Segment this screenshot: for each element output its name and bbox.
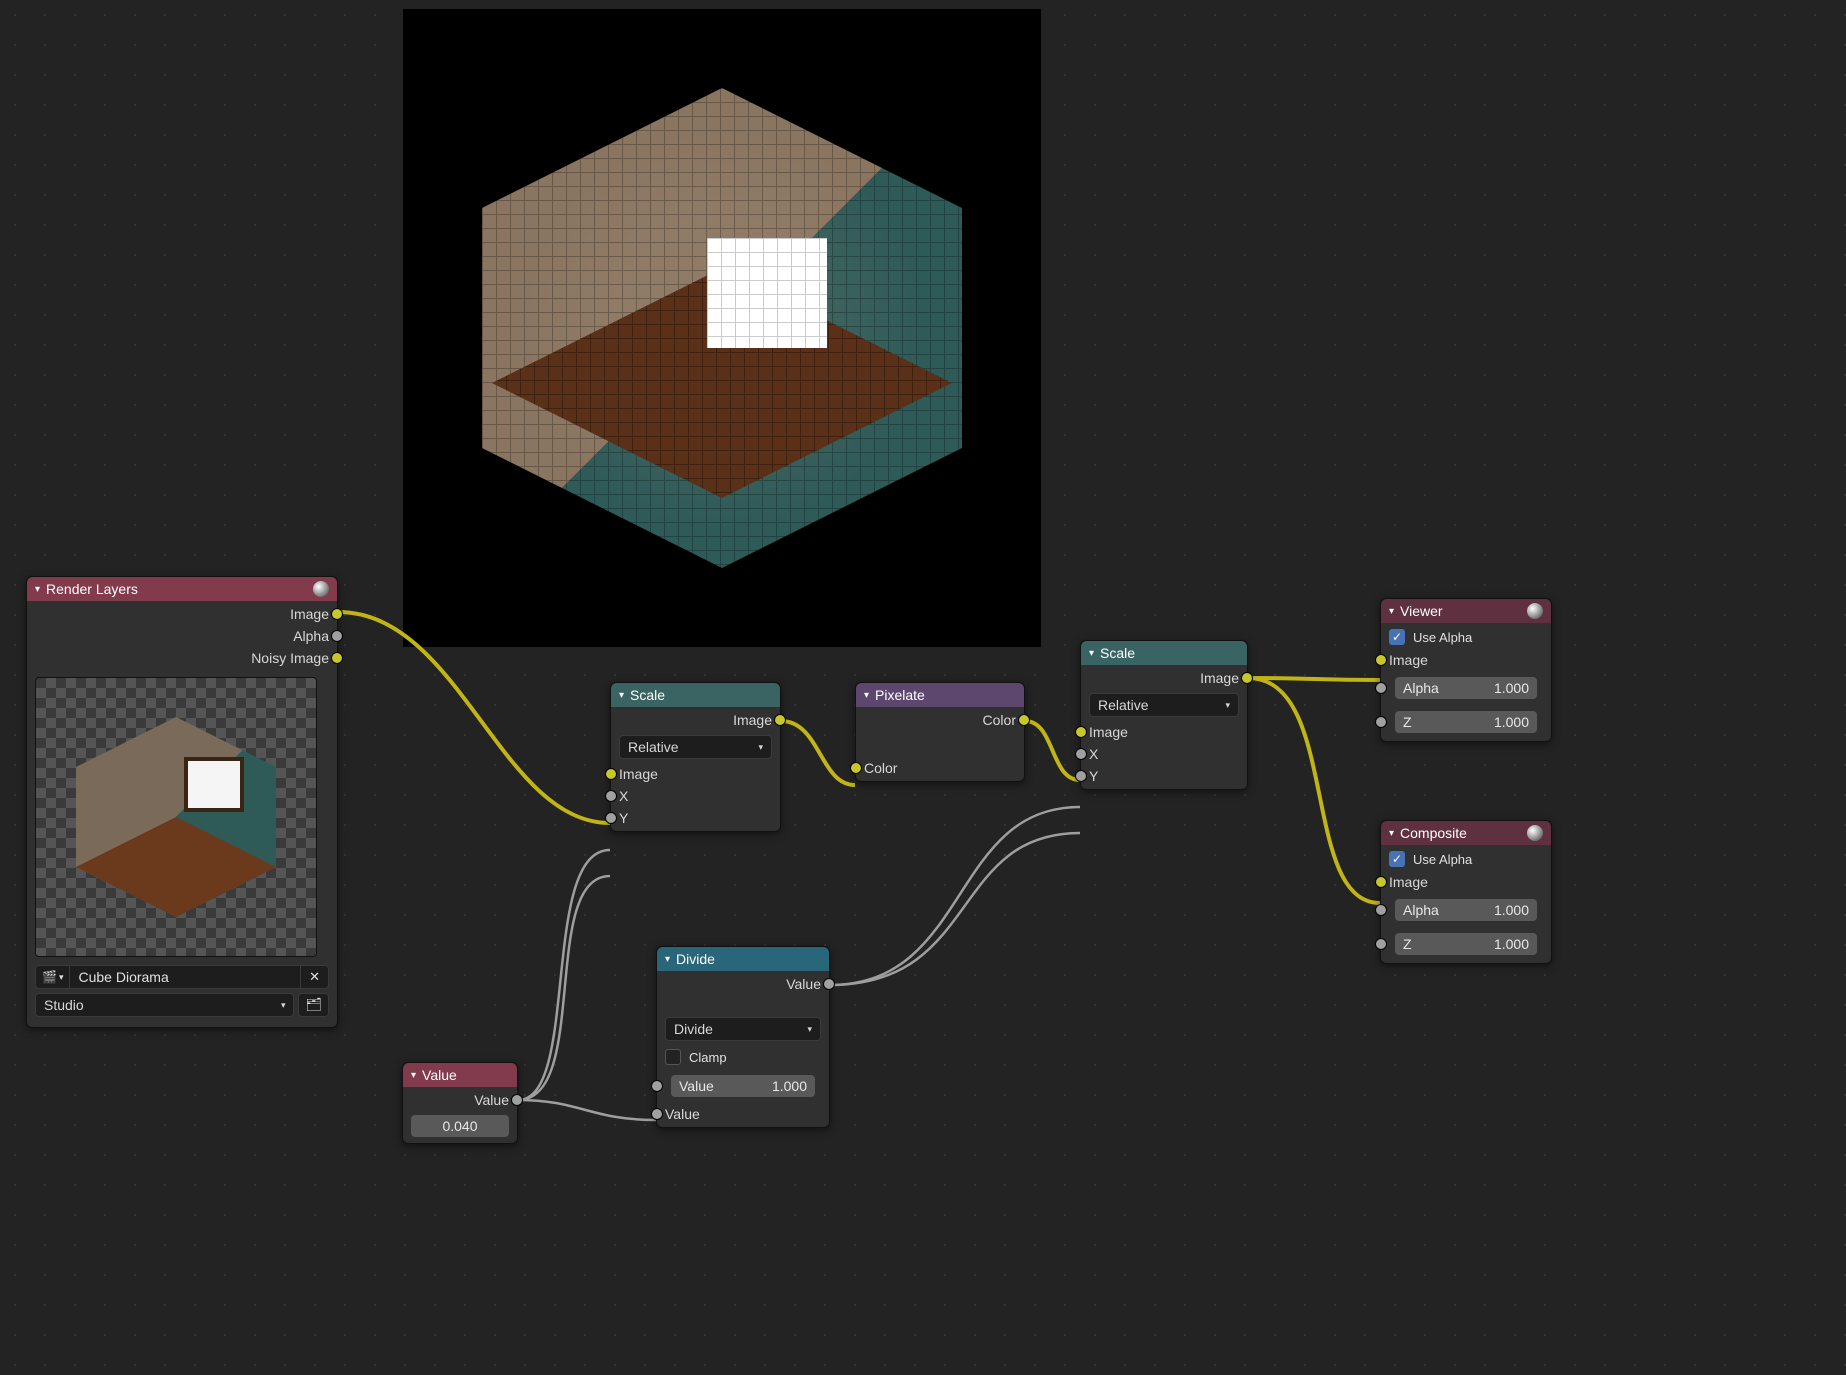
use-alpha-checkbox[interactable]: ✓ Use Alpha (1381, 625, 1551, 649)
preview-icon[interactable] (313, 581, 329, 597)
checkbox-icon: ✓ (1389, 629, 1405, 645)
node-render-layers[interactable]: ▾ Render Layers Image Alpha Noisy Image … (26, 576, 338, 1028)
chevron-down-icon: ▾ (1389, 828, 1394, 839)
node-header[interactable]: ▾ Pixelate (856, 683, 1024, 707)
compositor-backdrop (404, 10, 1040, 646)
chevron-down-icon: ▾ (411, 1070, 416, 1081)
chevron-down-icon: ▾ (864, 690, 869, 701)
socket-image-in[interactable]: Image (1381, 871, 1551, 893)
scene-selector[interactable]: 🎬▾ Cube Diorama ✕ (35, 965, 329, 989)
socket-value-out[interactable]: Value (657, 973, 829, 995)
node-title: Scale (1100, 645, 1135, 661)
view-layer-dropdown[interactable]: Studio ▾ (35, 993, 294, 1017)
node-header[interactable]: ▾ Viewer (1381, 599, 1551, 623)
scene-icon[interactable]: 🎬▾ (35, 965, 70, 989)
socket-z-in[interactable]: Z 1.000 (1381, 705, 1551, 739)
preview-icon[interactable] (1527, 603, 1543, 619)
node-scale-2[interactable]: ▾ Scale Image Relative ▾ Image X Y (1080, 640, 1248, 790)
node-header[interactable]: ▾ Render Layers (27, 577, 337, 601)
render-single-layer-button[interactable]: 🗂 (298, 993, 329, 1017)
socket-image-in[interactable]: Image (1081, 721, 1247, 743)
node-title: Render Layers (46, 581, 138, 597)
socket-y-in[interactable]: Y (611, 807, 780, 829)
socket-x-in[interactable]: X (1081, 743, 1247, 765)
chevron-down-icon: ▾ (281, 1000, 286, 1011)
scale-method-dropdown[interactable]: Relative ▾ (619, 735, 772, 759)
node-divide[interactable]: ▾ Divide Value Divide ▾ Clamp Value 1.00… (656, 946, 830, 1128)
node-header[interactable]: ▾ Value (403, 1063, 517, 1087)
socket-alpha-in[interactable]: Alpha 1.000 (1381, 671, 1551, 705)
clamp-checkbox[interactable]: Clamp (657, 1045, 829, 1069)
socket-image-in[interactable]: Image (611, 763, 780, 785)
render-preview (35, 677, 317, 957)
node-scale-1[interactable]: ▾ Scale Image Relative ▾ Image X Y (610, 682, 781, 832)
node-title: Scale (630, 687, 665, 703)
scene-name[interactable]: Cube Diorama (70, 965, 301, 989)
node-value[interactable]: ▾ Value Value 0.040 (402, 1062, 518, 1144)
math-operation-dropdown[interactable]: Divide ▾ (665, 1017, 821, 1041)
chevron-down-icon: ▾ (758, 742, 763, 753)
node-title: Pixelate (875, 687, 925, 703)
socket-alpha-out[interactable]: Alpha (27, 625, 337, 647)
node-header[interactable]: ▾ Scale (1081, 641, 1247, 665)
socket-alpha-in[interactable]: Alpha 1.000 (1381, 893, 1551, 927)
value-field[interactable]: 0.040 (411, 1115, 509, 1137)
node-header[interactable]: ▾ Divide (657, 947, 829, 971)
node-title: Viewer (1400, 603, 1443, 619)
node-viewer[interactable]: ▾ Viewer ✓ Use Alpha Image Alpha 1.000 Z… (1380, 598, 1552, 742)
chevron-down-icon: ▾ (1389, 606, 1394, 617)
socket-image-out[interactable]: Image (1081, 667, 1247, 689)
checkbox-icon: ✓ (1389, 851, 1405, 867)
chevron-down-icon: ▾ (35, 584, 40, 595)
socket-image-out[interactable]: Image (611, 709, 780, 731)
use-alpha-checkbox[interactable]: ✓ Use Alpha (1381, 847, 1551, 871)
socket-z-in[interactable]: Z 1.000 (1381, 927, 1551, 961)
socket-image-out[interactable]: Image (27, 603, 337, 625)
chevron-down-icon: ▾ (1089, 648, 1094, 659)
node-title: Value (422, 1067, 457, 1083)
chevron-down-icon: ▾ (1225, 700, 1230, 711)
socket-color-in[interactable]: Color (856, 757, 1024, 779)
node-title: Composite (1400, 825, 1467, 841)
chevron-down-icon: ▾ (807, 1024, 812, 1035)
chevron-down-icon: ▾ (665, 954, 670, 965)
socket-color-out[interactable]: Color (856, 709, 1024, 731)
node-header[interactable]: ▾ Composite (1381, 821, 1551, 845)
socket-value-out[interactable]: Value (403, 1089, 517, 1111)
socket-x-in[interactable]: X (611, 785, 780, 807)
node-pixelate[interactable]: ▾ Pixelate Color Color (855, 682, 1025, 782)
socket-value1-in[interactable]: Value 1.000 (657, 1069, 829, 1103)
scene-clear-button[interactable]: ✕ (301, 965, 329, 989)
scale-method-dropdown[interactable]: Relative ▾ (1089, 693, 1239, 717)
socket-value2-in[interactable]: Value (657, 1103, 829, 1125)
checkbox-icon (665, 1049, 681, 1065)
node-header[interactable]: ▾ Scale (611, 683, 780, 707)
socket-y-in[interactable]: Y (1081, 765, 1247, 787)
node-composite[interactable]: ▾ Composite ✓ Use Alpha Image Alpha 1.00… (1380, 820, 1552, 964)
chevron-down-icon: ▾ (619, 690, 624, 701)
preview-icon[interactable] (1527, 825, 1543, 841)
socket-noisy-image-out[interactable]: Noisy Image (27, 647, 337, 669)
node-title: Divide (676, 951, 715, 967)
socket-image-in[interactable]: Image (1381, 649, 1551, 671)
